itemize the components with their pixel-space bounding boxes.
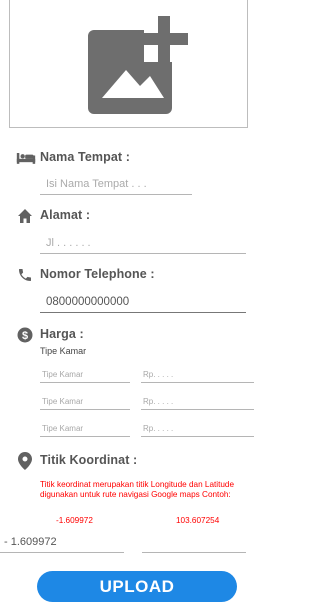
latitude-input[interactable] (0, 533, 124, 553)
location-pin-icon (18, 452, 32, 470)
svg-text:$: $ (22, 330, 28, 342)
upload-button[interactable]: UPLOAD (37, 571, 237, 602)
telephone-label: Nomor Telephone : (40, 267, 155, 281)
nama-tempat-label: Nama Tempat : (40, 150, 130, 164)
room-price-input-3[interactable] (141, 422, 254, 437)
telephone-input[interactable] (40, 293, 246, 313)
koordinat-note: Titik keordinat merupakan titik Longitud… (40, 480, 235, 499)
tipe-kamar-label: Tipe Kamar (40, 346, 87, 356)
alamat-label: Alamat : (40, 208, 91, 222)
longitude-input[interactable] (142, 533, 246, 553)
add-photo-icon[interactable] (88, 14, 200, 114)
nama-tempat-input[interactable] (40, 175, 192, 195)
room-type-input-3[interactable] (40, 422, 130, 437)
koordinat-label: Titik Koordinat : (40, 453, 138, 467)
photo-picker[interactable] (9, 0, 248, 128)
example-longitude: 103.607254 (176, 516, 220, 525)
home-icon (18, 209, 32, 223)
room-type-input-2[interactable] (40, 395, 130, 410)
phone-icon (19, 269, 31, 281)
room-type-input-1[interactable] (40, 368, 130, 383)
example-latitude: -1.609972 (56, 516, 93, 525)
room-price-input-1[interactable] (141, 368, 254, 383)
dollar-circle-icon: $ (17, 327, 33, 343)
harga-label: Harga : (40, 327, 84, 341)
bed-icon (16, 153, 36, 164)
alamat-input[interactable] (40, 234, 246, 254)
room-price-input-2[interactable] (141, 395, 254, 410)
